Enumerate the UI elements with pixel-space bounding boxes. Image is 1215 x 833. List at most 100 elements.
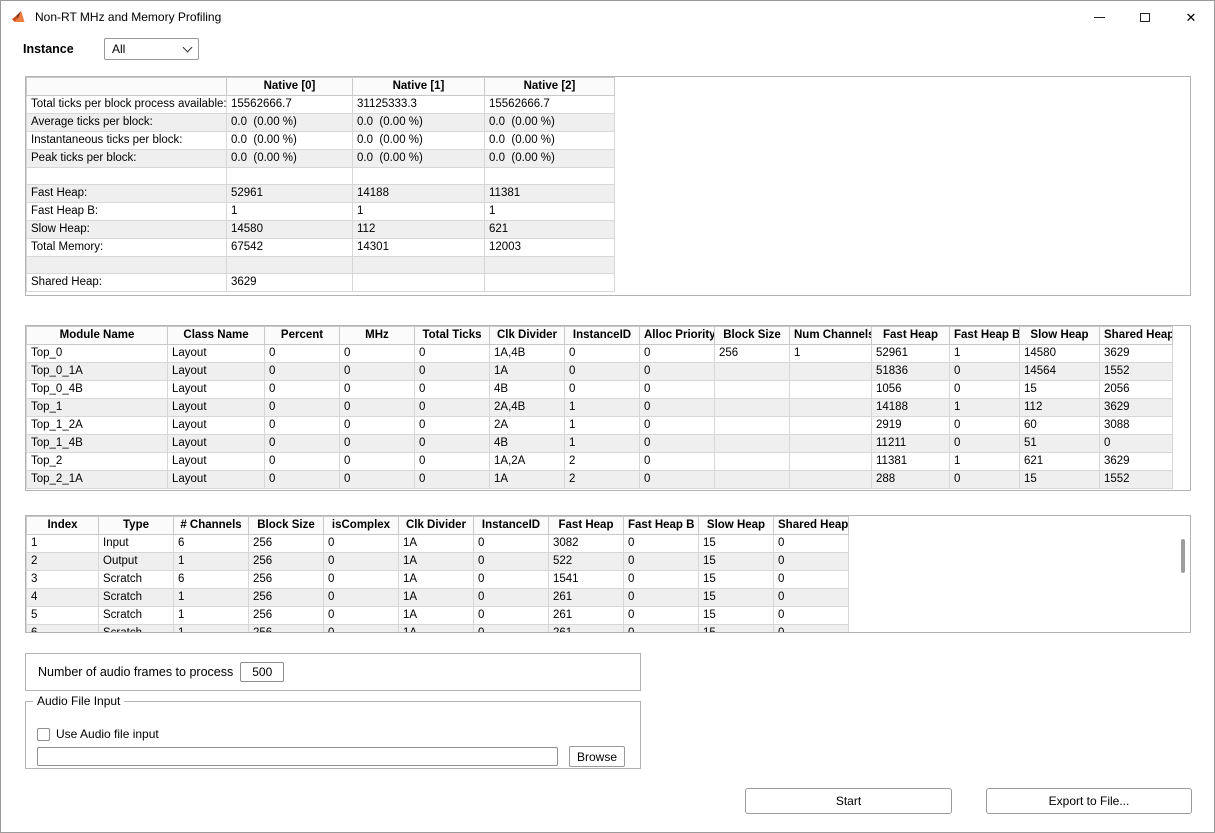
- table-cell[interactable]: 0: [624, 589, 699, 607]
- table-row[interactable]: Top_1Layout0002A,4B101418811123629: [27, 399, 1173, 417]
- table-row[interactable]: Top_1_4BLayout0004B10112110510: [27, 435, 1173, 453]
- table-cell[interactable]: 0: [324, 625, 399, 634]
- table-cell[interactable]: 3088: [1100, 417, 1173, 435]
- table-cell[interactable]: 0: [624, 553, 699, 571]
- table-cell[interactable]: 256: [249, 553, 324, 571]
- table-cell[interactable]: 0: [265, 363, 340, 381]
- table-cell[interactable]: Layout: [168, 417, 265, 435]
- table-cell[interactable]: Layout: [168, 381, 265, 399]
- table-cell[interactable]: 1: [565, 435, 640, 453]
- table-cell[interactable]: 1A: [399, 589, 474, 607]
- table-cell[interactable]: Scratch: [99, 571, 174, 589]
- table-cell[interactable]: 1: [565, 417, 640, 435]
- table-cell[interactable]: Fast Heap:: [27, 185, 227, 203]
- table-row[interactable]: 5Scratch125601A02610150: [27, 607, 849, 625]
- table-cell[interactable]: 0: [324, 535, 399, 553]
- table-cell[interactable]: 51: [1020, 435, 1100, 453]
- table-cell[interactable]: [715, 381, 790, 399]
- table-cell[interactable]: 0: [415, 417, 490, 435]
- vertical-scrollbar-thumb[interactable]: [1181, 539, 1185, 573]
- table-row[interactable]: Shared Heap:3629: [27, 274, 615, 292]
- table-cell[interactable]: 256: [249, 571, 324, 589]
- table-cell[interactable]: 0: [640, 453, 715, 471]
- table-cell[interactable]: 2A: [490, 417, 565, 435]
- table-cell[interactable]: 256: [249, 625, 324, 634]
- table-cell[interactable]: 0: [265, 345, 340, 363]
- table-cell[interactable]: 0: [474, 571, 549, 589]
- table-row[interactable]: Top_0Layout0001A,4B002561529611145803629: [27, 345, 1173, 363]
- table-cell[interactable]: 0: [265, 417, 340, 435]
- table-cell[interactable]: 0.0 (0.00 %): [227, 150, 353, 168]
- table-cell[interactable]: Fast Heap B:: [27, 203, 227, 221]
- table-cell[interactable]: [485, 168, 615, 185]
- table-cell[interactable]: 256: [249, 535, 324, 553]
- table-cell[interactable]: 0: [415, 453, 490, 471]
- table-cell[interactable]: 0: [774, 535, 849, 553]
- table-cell[interactable]: 0: [774, 571, 849, 589]
- table-cell[interactable]: 1: [485, 203, 615, 221]
- table-cell[interactable]: 4: [27, 589, 99, 607]
- table-cell[interactable]: 2056: [1100, 381, 1173, 399]
- table-cell[interactable]: Top_0_4B: [27, 381, 168, 399]
- table-cell[interactable]: 256: [249, 589, 324, 607]
- table-cell[interactable]: 6: [27, 625, 99, 634]
- table-cell[interactable]: 0: [1100, 435, 1173, 453]
- export-button[interactable]: Export to File...: [986, 788, 1192, 814]
- table-cell[interactable]: 2: [565, 471, 640, 489]
- table-row[interactable]: [27, 168, 615, 185]
- table-cell[interactable]: 14188: [353, 185, 485, 203]
- table-cell[interactable]: 0: [950, 381, 1020, 399]
- table-cell[interactable]: [715, 453, 790, 471]
- table-cell[interactable]: 0: [624, 625, 699, 634]
- table-cell[interactable]: 0: [415, 435, 490, 453]
- table-cell[interactable]: 112: [353, 221, 485, 239]
- instance-dropdown[interactable]: All: [104, 38, 199, 60]
- table-cell[interactable]: 11211: [872, 435, 950, 453]
- table-row[interactable]: 2Output125601A05220150: [27, 553, 849, 571]
- table-row[interactable]: Top_2Layout0001A,2A201138116213629: [27, 453, 1173, 471]
- table-cell[interactable]: 15562666.7: [485, 96, 615, 114]
- table-cell[interactable]: [715, 471, 790, 489]
- table-cell[interactable]: 0: [265, 453, 340, 471]
- table-cell[interactable]: Scratch: [99, 607, 174, 625]
- table-cell[interactable]: Top_1_2A: [27, 417, 168, 435]
- table-cell[interactable]: 112: [1020, 399, 1100, 417]
- table-cell[interactable]: 0: [340, 417, 415, 435]
- table-cell[interactable]: 2919: [872, 417, 950, 435]
- table-cell[interactable]: 1A: [399, 535, 474, 553]
- table-cell[interactable]: Top_2: [27, 453, 168, 471]
- table-cell[interactable]: 14188: [872, 399, 950, 417]
- table-cell[interactable]: 3629: [1100, 399, 1173, 417]
- table-cell[interactable]: 52961: [227, 185, 353, 203]
- table-cell[interactable]: 0: [340, 435, 415, 453]
- audio-file-path-input[interactable]: [37, 747, 558, 766]
- table-cell[interactable]: 0: [415, 345, 490, 363]
- minimize-button[interactable]: [1076, 1, 1122, 33]
- table-cell[interactable]: 11381: [872, 453, 950, 471]
- table-cell[interactable]: 0: [340, 345, 415, 363]
- table-cell[interactable]: 2: [27, 553, 99, 571]
- table-cell[interactable]: 1A: [399, 625, 474, 634]
- table-cell[interactable]: 4B: [490, 435, 565, 453]
- table-cell[interactable]: Instantaneous ticks per block:: [27, 132, 227, 150]
- table-cell[interactable]: Scratch: [99, 625, 174, 634]
- table-cell[interactable]: 15: [1020, 471, 1100, 489]
- table-cell[interactable]: 0: [774, 607, 849, 625]
- table-cell[interactable]: [485, 257, 615, 274]
- table-cell[interactable]: 0: [774, 553, 849, 571]
- table-cell[interactable]: Output: [99, 553, 174, 571]
- table-cell[interactable]: 15: [699, 607, 774, 625]
- table-cell[interactable]: [227, 257, 353, 274]
- table-cell[interactable]: 1541: [549, 571, 624, 589]
- table-cell[interactable]: 0: [640, 399, 715, 417]
- table-cell[interactable]: [353, 168, 485, 185]
- table-cell[interactable]: 1: [27, 535, 99, 553]
- table-cell[interactable]: 0: [640, 363, 715, 381]
- table-cell[interactable]: Total ticks per block process available:: [27, 96, 227, 114]
- table-cell[interactable]: 256: [715, 345, 790, 363]
- table-cell[interactable]: 0.0 (0.00 %): [485, 114, 615, 132]
- table-cell[interactable]: 3: [27, 571, 99, 589]
- table-cell[interactable]: Layout: [168, 399, 265, 417]
- table-cell[interactable]: 0: [624, 571, 699, 589]
- table-cell[interactable]: Total Memory:: [27, 239, 227, 257]
